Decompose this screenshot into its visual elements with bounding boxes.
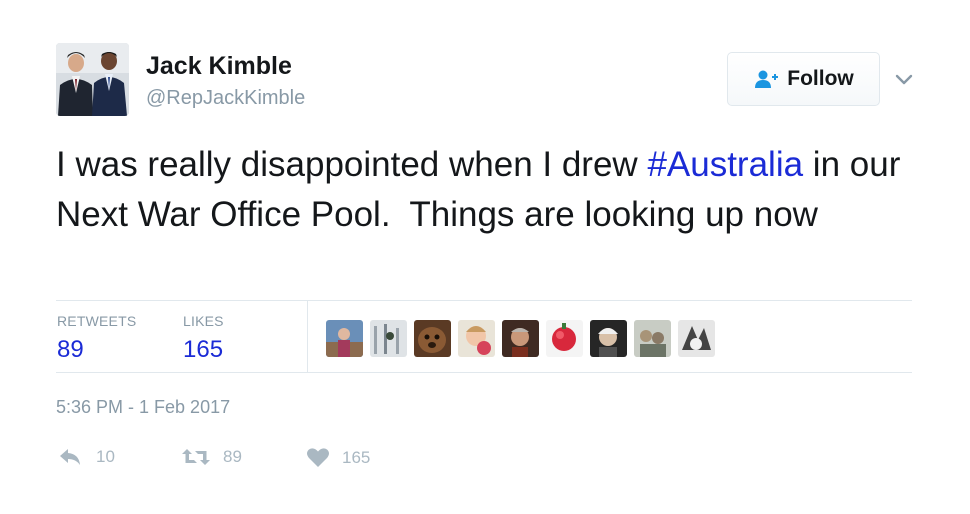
author-screen-name[interactable]: @RepJackKimble (146, 87, 305, 110)
tweet-text-start: I was really disappointed when I drew (56, 145, 648, 184)
follow-button-label: Follow (787, 67, 854, 90)
like-count: 165 (342, 447, 371, 467)
tweet-timestamp[interactable]: 5:36 PM - 1 Feb 2017 (56, 397, 230, 418)
retweets-count[interactable]: 89 (57, 336, 84, 364)
hashtag-link[interactable]: #Australia (647, 145, 803, 184)
liker-avatar[interactable] (370, 320, 407, 357)
reply-icon (58, 447, 84, 467)
stats-vertical-divider (307, 301, 308, 372)
liker-avatar[interactable] (634, 320, 671, 357)
liker-avatar[interactable] (678, 320, 715, 357)
follow-button[interactable]: Follow (727, 52, 880, 106)
retweets-label: RETWEETS (57, 313, 137, 329)
more-options-button[interactable] (893, 68, 915, 90)
liker-avatar[interactable] (326, 320, 363, 357)
tweet-text: I was really disappointed when I drew #A… (56, 140, 916, 240)
reply-count: 10 (96, 447, 115, 466)
chevron-down-icon (895, 74, 913, 85)
reply-button[interactable]: 10 (58, 447, 115, 467)
liker-avatar[interactable] (546, 320, 583, 357)
stats-top-divider (56, 300, 912, 301)
retweet-count: 89 (223, 447, 242, 466)
liker-avatar[interactable] (502, 320, 539, 357)
tweet-card: Jack Kimble @RepJackKimble Follow I was … (0, 0, 970, 514)
liker-avatar[interactable] (414, 320, 451, 357)
likes-label: LIKES (183, 313, 224, 329)
follow-user-icon (753, 69, 779, 89)
liker-avatar[interactable] (458, 320, 495, 357)
author-display-name[interactable]: Jack Kimble (146, 52, 292, 81)
liker-avatar[interactable] (590, 320, 627, 357)
avatar[interactable] (56, 43, 129, 116)
retweet-icon (181, 447, 211, 467)
retweet-button[interactable]: 89 (181, 447, 242, 467)
like-button[interactable]: 165 (306, 447, 370, 468)
heart-icon (306, 447, 330, 468)
stats-bottom-divider (56, 372, 912, 373)
likers-avatar-list (326, 320, 715, 357)
avatar-image (56, 43, 129, 116)
likes-count[interactable]: 165 (183, 336, 223, 364)
